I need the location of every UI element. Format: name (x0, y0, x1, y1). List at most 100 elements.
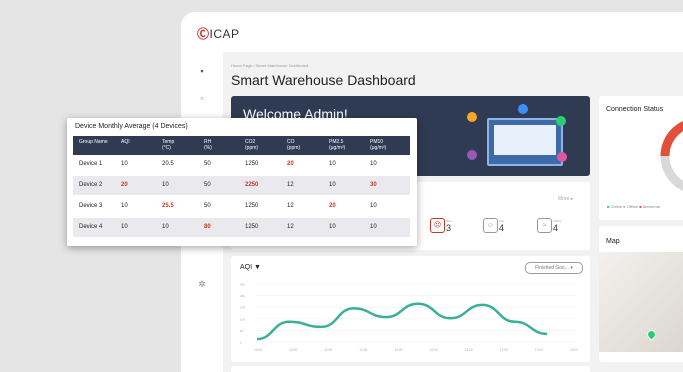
table-cell: 20.5 (162, 161, 174, 167)
more-link[interactable]: More ▸ (558, 196, 573, 202)
table-cell: 1250 (245, 203, 259, 209)
connection-status-card: Connection Status ■ Online ■ Offline ■ A… (599, 96, 683, 220)
table-cell: 50 (204, 161, 211, 167)
table-cell: 10 (329, 224, 336, 230)
wifi-off-icon: ≈ (537, 218, 552, 233)
column-header: PM2.5 (μg/m³) (329, 139, 346, 151)
stat-value: 4 (553, 223, 559, 233)
table-cell: 10 (370, 161, 377, 167)
legend-abnormal: Abnormal (642, 204, 660, 209)
logo-text: ICAP (209, 27, 240, 41)
table-cell: 12 (287, 224, 294, 230)
column-header: CO2 (ppm) (245, 139, 259, 151)
warehouse-map[interactable] (599, 252, 683, 352)
table-cell: 10 (162, 182, 169, 188)
x-tick-label: 12:00 (394, 348, 402, 352)
column-header: Temp (°C) (162, 139, 175, 151)
gear-icon (467, 150, 477, 160)
table-row[interactable]: Device 2 20 10 50 2250 12 10 30 (73, 176, 410, 195)
x-tick-label: 12:00 (500, 348, 508, 352)
dashboard-illustration (487, 118, 563, 166)
stat-fair: ☺ Fair 4 (483, 218, 523, 240)
map-pin-icon[interactable] (645, 328, 658, 341)
x-tick-label: 12:00 (359, 348, 367, 352)
table-cell: Device 2 (79, 182, 103, 188)
cloud-icon (518, 104, 528, 114)
breadcrumb[interactable]: Home Page / Smart Warehouse Dashboard (231, 63, 308, 68)
table-cell: 10 (329, 161, 336, 167)
x-tick-label: 12:00 (289, 348, 297, 352)
aqi-series-line (256, 302, 548, 341)
device-average-popup: Device Monthly Average (4 Devices) Group… (67, 118, 417, 246)
logo-icon: Ⓒ (197, 27, 210, 41)
table-cell: 12 (287, 203, 294, 209)
table-cell: Device 1 (79, 161, 103, 167)
table-cell: 50 (204, 182, 211, 188)
table-cell: 10 (121, 224, 128, 230)
stat-bad: ☹ Bad 3 (430, 218, 470, 240)
x-tick-label: 12:00 (570, 348, 578, 352)
column-header: Group Name (79, 139, 108, 145)
x-tick-label: 12:00 (254, 348, 262, 352)
table-cell: 10 (370, 224, 377, 230)
table-row[interactable]: Device 4 10 10 80 1250 12 10 10 (73, 218, 410, 237)
stat-value: 4 (499, 223, 505, 233)
table-cell: 10 (162, 224, 169, 230)
y-tick-label: 100 (240, 317, 245, 321)
table-cell: 50 (204, 203, 211, 209)
connection-legend: ■ Online ■ Offline ■ Abnormal (607, 204, 660, 209)
device-icon[interactable]: ▫ (198, 94, 206, 103)
table-cell: 10 (121, 161, 128, 167)
table-cell: 10 (370, 203, 377, 209)
x-tick-label: 12:00 (535, 348, 543, 352)
donut-abnormal-segment (660, 121, 683, 157)
popup-title: Device Monthly Average (4 Devices) (75, 123, 188, 130)
x-tick-label: 12:00 (465, 348, 473, 352)
table-cell: 30 (370, 182, 377, 188)
table-cell: Device 3 (79, 203, 103, 209)
column-header: AQI (121, 139, 130, 145)
page-title: Smart Warehouse Dashboard (231, 72, 416, 88)
table-cell: 20 (121, 182, 128, 188)
aqi-line-chart: 25k 20k 150 100 50 0 12:00 12:00 12:00 12:00 12:00… (240, 283, 578, 353)
stat-offline: ≈ Offline 4 (537, 218, 577, 240)
table-cell: 10 (329, 182, 336, 188)
x-tick-label: 12:00 (430, 348, 438, 352)
table-cell: 10 (121, 203, 128, 209)
app-logo[interactable]: ⒸICAP (197, 25, 240, 42)
x-tick-label: 12:00 (324, 348, 332, 352)
dashboard-icon[interactable]: ▪ (198, 67, 206, 76)
settings-icon[interactable]: ✲ (198, 280, 206, 289)
table-cell: 20 (329, 203, 336, 209)
table-cell: 1250 (245, 161, 259, 167)
y-tick-label: 50 (240, 329, 244, 333)
table-cell: 1250 (245, 224, 259, 230)
y-tick-label: 150 (240, 306, 245, 310)
table-cell: 20 (287, 161, 294, 167)
column-header: PM10 (μg/m³) (370, 139, 387, 151)
column-header: CO (ppm) (287, 139, 301, 151)
bulb-icon (467, 112, 477, 122)
map-card: Map (599, 226, 683, 362)
aqi-chart-card: AQI ▼ Finished Goo... ▾ 25k 20k 150 100 50 0 1… (231, 256, 590, 362)
more-label: More (558, 196, 570, 202)
table-cell: 80 (204, 224, 211, 230)
table-cell: 25.5 (162, 203, 174, 209)
legend-online: Online (610, 204, 623, 209)
table-row[interactable]: Device 1 10 20.5 50 1250 20 10 10 (73, 155, 410, 174)
neutral-face-icon: ☺ (483, 218, 498, 233)
table-row[interactable]: Device 3 10 25.5 50 1250 12 20 10 (73, 197, 410, 216)
stat-value: 3 (446, 223, 452, 233)
y-tick-label: 0 (240, 341, 242, 345)
y-tick-label: 25k (240, 283, 245, 287)
illustration-screen (494, 125, 556, 155)
top-bar: ⒸICAP (181, 12, 683, 52)
table-cell: Device 4 (79, 224, 103, 230)
lock-icon (557, 152, 567, 162)
y-tick-label: 20k (240, 294, 245, 298)
bottom-card (231, 366, 590, 372)
chat-icon (556, 116, 566, 126)
legend-offline: Offline (626, 204, 639, 209)
map-title: Map (606, 238, 620, 245)
sad-face-icon: ☹ (430, 218, 445, 233)
